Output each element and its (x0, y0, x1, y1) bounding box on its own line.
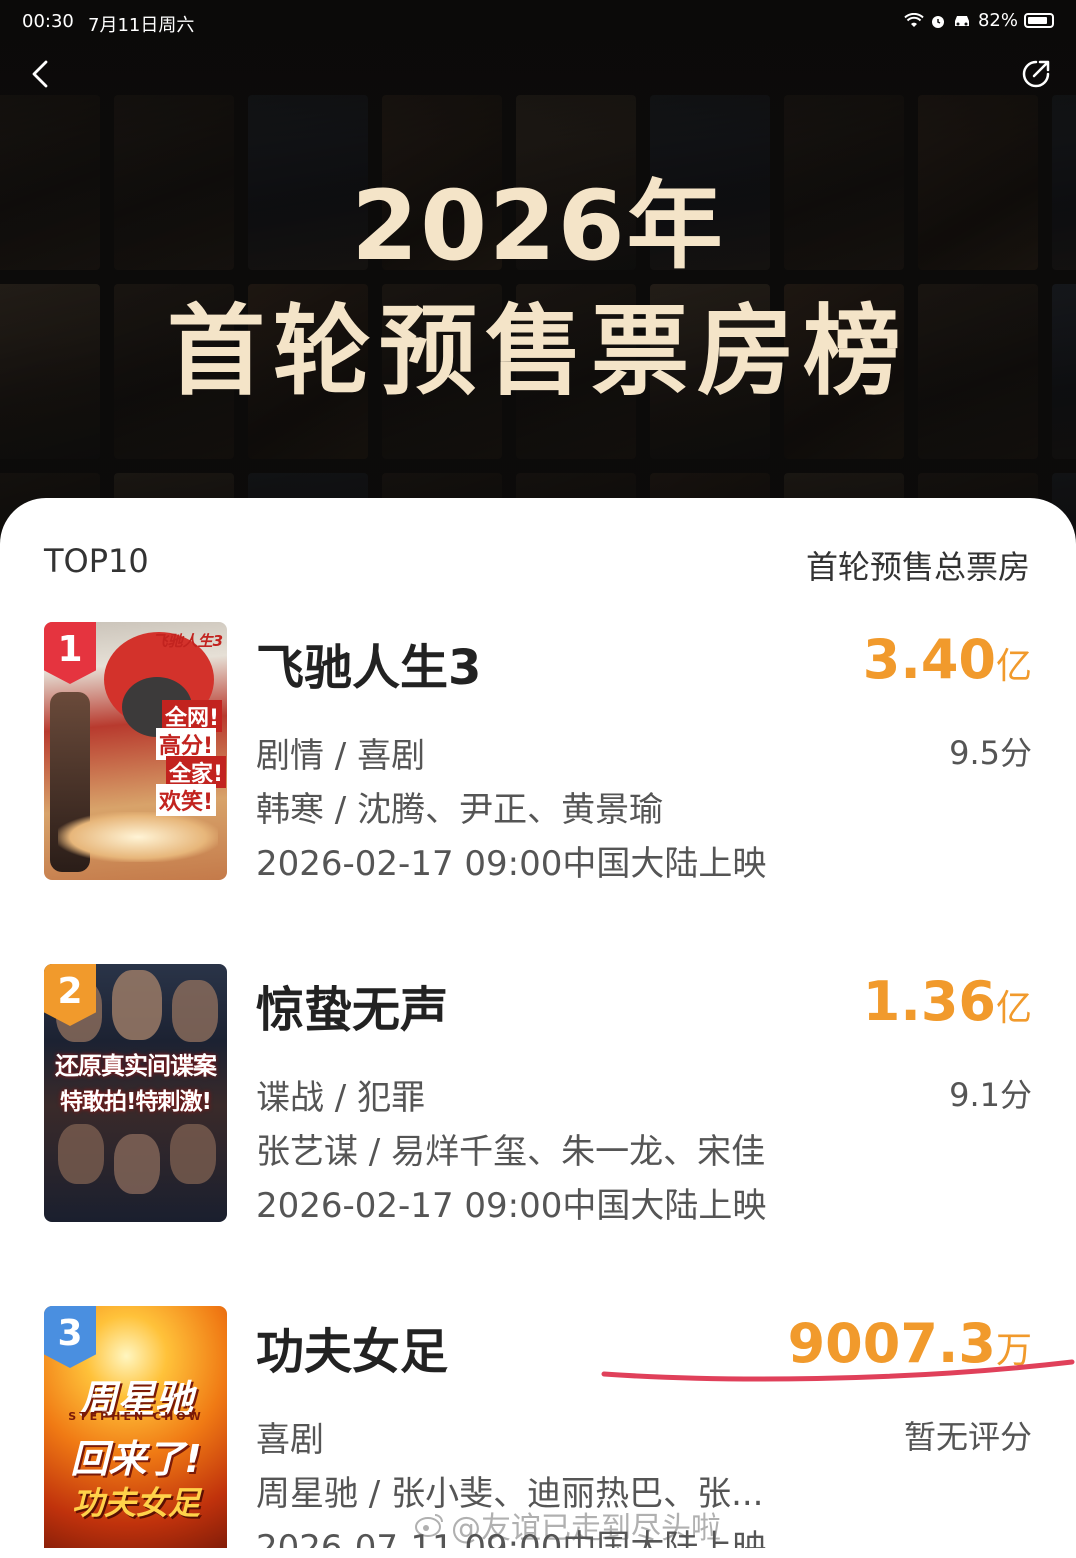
car-icon (954, 15, 969, 26)
movie-release: 2026-02-17 09:00中国大陆上映 (256, 1186, 767, 1226)
box-office-value: 3.40亿 (862, 628, 1032, 691)
movie-genre: 剧情 / 喜剧 (256, 736, 426, 776)
weibo-icon (415, 1514, 443, 1537)
movie-genre: 谍战 / 犯罪 (256, 1078, 426, 1118)
status-date: 7月11日周六 (88, 15, 195, 36)
movie-title[interactable]: 功夫女足 (256, 1312, 448, 1382)
movie-rating: 暂无评分 (903, 1418, 1032, 1456)
page-title: 首轮预售票房榜 (166, 295, 909, 409)
movie-release: 2026-02-17 09:00中国大陆上映 (256, 844, 767, 884)
movie-poster[interactable]: 还原真实间谍案 特敢拍!特刺激! 2 (44, 964, 227, 1222)
wifi-icon (904, 12, 924, 27)
top10-label: TOP10 (44, 542, 149, 580)
movie-rating: 9.5分 (949, 734, 1032, 772)
back-chevron-icon[interactable] (24, 56, 60, 92)
page-title-year: 2026年 (351, 170, 725, 282)
movie-crew: 张艺谋 / 易烊千玺、朱一龙、宋佳 (256, 1132, 766, 1172)
share-icon[interactable] (1020, 58, 1052, 90)
alarm-icon (931, 15, 944, 28)
movie-poster[interactable]: 飞驰人生3 全网! 高分! 全家! 欢笑! 1 (44, 622, 227, 880)
movie-title[interactable]: 惊蛰无声 (256, 970, 448, 1040)
movie-crew: 韩寒 / 沈腾、尹正、黄景瑜 (256, 790, 664, 830)
red-underline-annotation (601, 1359, 1075, 1382)
movie-rating: 9.1分 (949, 1076, 1032, 1114)
header-banner: 00:30 7月11日周六 82% 2026年 首轮预售票房榜 (0, 0, 1076, 560)
movie-genre: 喜剧 (256, 1420, 324, 1460)
poster-logo: 飞驰人生3 (152, 632, 223, 650)
watermark: @友谊已走到尽头啦 (415, 1503, 721, 1547)
movie-poster[interactable]: 周星驰 STEPHEN CHOW 回来了! 功夫女足 3 (44, 1306, 227, 1548)
rank-badge: 1 (44, 622, 96, 684)
status-bar: 00:30 7月11日周六 82% (0, 0, 1076, 42)
movie-title[interactable]: 飞驰人生3 (256, 628, 481, 698)
battery-percent: 82% (977, 10, 1018, 31)
total-box-office-label: 首轮预售总票房 (805, 548, 1030, 586)
movie-row-1[interactable]: 飞驰人生3 全网! 高分! 全家! 欢笑! 1 飞驰人生3 3.40亿 剧情 /… (0, 622, 1076, 884)
movie-row-2[interactable]: 还原真实间谍案 特敢拍!特刺激! 2 惊蛰无声 1.36亿 谍战 / 犯罪 9.… (0, 964, 1076, 1226)
box-office-value: 1.36亿 (862, 970, 1032, 1033)
status-icons: 82% (904, 10, 1054, 31)
status-time: 00:30 (22, 11, 74, 32)
battery-icon (1024, 13, 1054, 28)
rank-badge: 3 (44, 1306, 96, 1368)
